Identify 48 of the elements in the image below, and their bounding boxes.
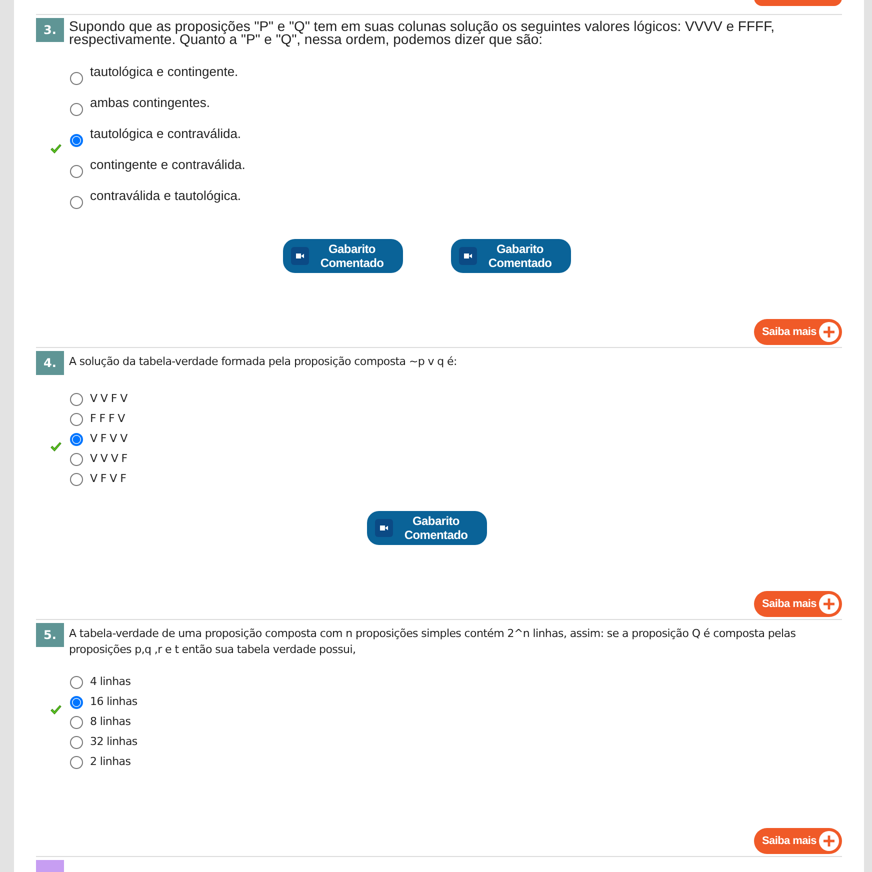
option-label: V F V V <box>90 430 128 447</box>
plus-icon <box>819 322 839 342</box>
plus-icon <box>819 594 839 614</box>
question-number: 5. <box>36 623 64 647</box>
radio-button[interactable] <box>70 452 83 466</box>
option-label: V V F V <box>90 390 128 407</box>
radio-button[interactable] <box>70 412 83 426</box>
option-label: 16 linhas <box>90 694 138 710</box>
radio-button[interactable] <box>70 432 83 446</box>
radio-button[interactable] <box>70 472 83 486</box>
radio-button[interactable] <box>70 165 83 178</box>
radio-button[interactable] <box>70 716 83 728</box>
answer-video-button[interactable]: Gabarito Comentado <box>367 511 487 545</box>
option-label: ambas contingentes. <box>90 94 210 112</box>
more-button[interactable]: Saiba mais <box>754 828 842 854</box>
question-text: A tabela-verdade de uma proposição composta com n proposições simples contém 2^n linhas, assim: se a proposição Q é composta pelas proposições p,q ,r e t então sua tabela verdade possui, <box>69 626 797 658</box>
radio-button[interactable] <box>70 196 83 209</box>
question-number: 4. <box>36 351 64 375</box>
option-label: V F V F <box>90 470 126 487</box>
radio-button[interactable] <box>70 736 83 748</box>
video-camera-icon <box>291 247 309 265</box>
radio-button[interactable] <box>70 392 83 406</box>
option-label: 8 linhas <box>90 714 131 730</box>
radio-button[interactable] <box>70 696 83 708</box>
more-button[interactable]: Saiba mais <box>754 591 842 617</box>
radio-button[interactable] <box>70 72 83 85</box>
radio-button[interactable] <box>70 676 83 688</box>
answer-video-button[interactable]: Gabarito Comentado <box>451 239 571 273</box>
option-label: 4 linhas <box>90 674 131 690</box>
option-label: tautológica e contingente. <box>90 63 238 81</box>
option-label: F F F V <box>90 410 125 427</box>
option-label: 32 linhas <box>90 734 138 750</box>
radio-button[interactable] <box>70 103 83 116</box>
option-label: contraválida e tautológica. <box>90 187 242 205</box>
answer-video-button[interactable]: Gabarito Comentado <box>283 239 403 273</box>
option-label: tautológica e contraválida. <box>90 125 242 143</box>
question-text: Supondo que as proposições "P" e "Q" tem em suas colunas solução os seguintes valores lógicos: VVVV e FFFF, respectivamente. Quanto a "P" e "Q", nessa ordem, podemos dizer que são: <box>69 18 776 46</box>
radio-button[interactable] <box>70 134 83 147</box>
more-button[interactable]: Saiba mais <box>754 319 842 345</box>
question-number: 3. <box>36 18 64 42</box>
option-label: V V V F <box>90 450 128 467</box>
plus-icon <box>819 831 839 851</box>
option-label: 2 linhas <box>90 754 131 770</box>
question-text: A solução da tabela-verdade formada pela proposição composta ~p v q é: <box>69 354 457 370</box>
option-label: contingente e contraválida. <box>90 156 246 174</box>
video-camera-icon <box>459 247 477 265</box>
video-camera-icon <box>375 519 393 537</box>
radio-button[interactable] <box>70 756 83 768</box>
